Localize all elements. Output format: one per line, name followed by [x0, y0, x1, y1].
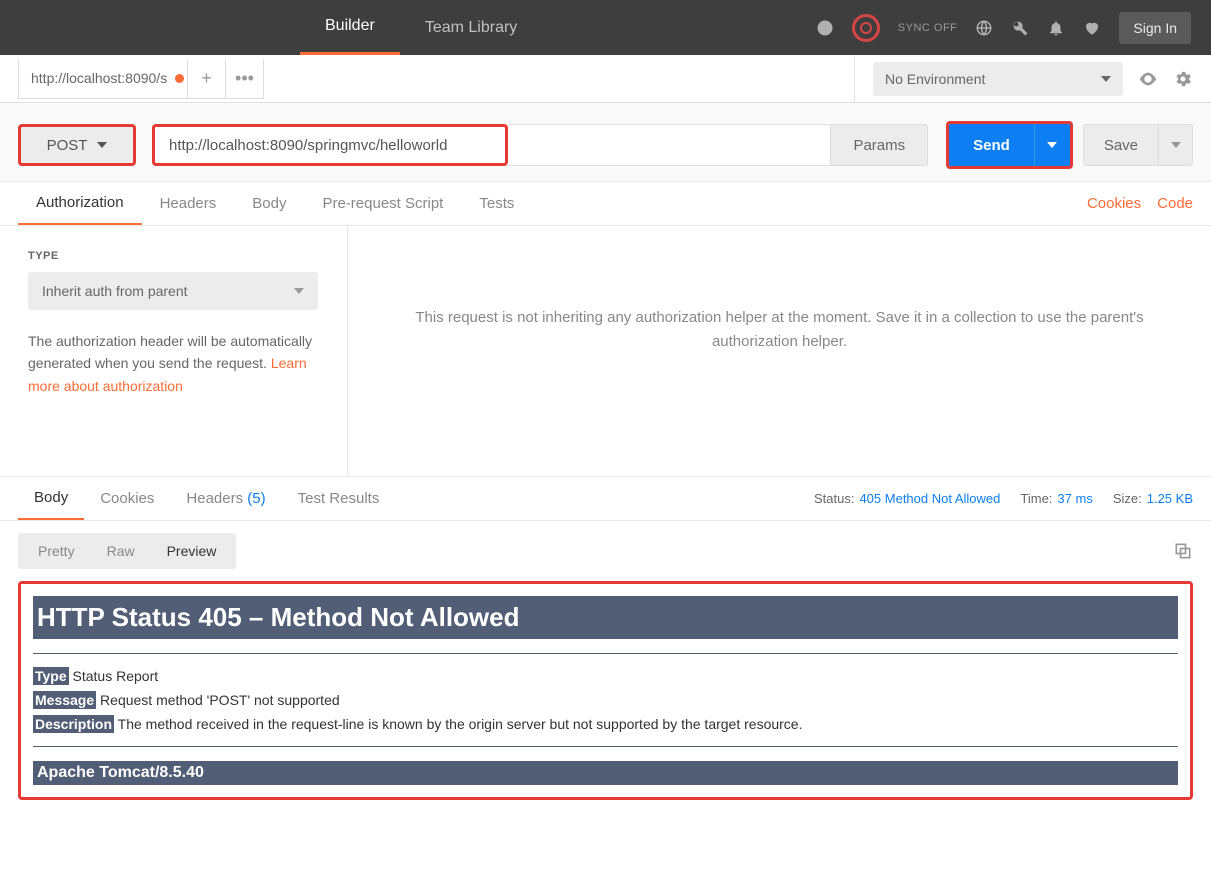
params-button[interactable]: Params	[831, 124, 928, 166]
app-header: Builder Team Library SYNC OFF Sign In	[0, 0, 1211, 55]
view-tab-preview[interactable]: Preview	[151, 537, 233, 565]
request-bar: POST Params Send Save	[0, 103, 1211, 182]
time-value: 37 ms	[1057, 491, 1092, 506]
auth-section: TYPE Inherit auth from parent The author…	[0, 226, 1211, 476]
globe-icon[interactable]	[975, 19, 993, 37]
tab-pre-request[interactable]: Pre-request Script	[304, 183, 461, 224]
resp-tab-body[interactable]: Body	[18, 477, 84, 520]
send-dropdown-button[interactable]	[1034, 124, 1070, 166]
http-method-select[interactable]: POST	[18, 124, 136, 166]
header-tabs: Builder Team Library	[300, 0, 542, 55]
request-tab[interactable]: http://localhost:8090/s	[18, 59, 188, 99]
request-tab-label: http://localhost:8090/s	[31, 70, 167, 86]
tab-team-library[interactable]: Team Library	[400, 0, 542, 55]
tab-tests[interactable]: Tests	[461, 183, 532, 224]
new-tab-button[interactable]: +	[188, 59, 226, 99]
auth-type-select[interactable]: Inherit auth from parent	[28, 272, 318, 310]
response-preview: HTTP Status 405 – Method Not Allowed Typ…	[18, 581, 1193, 800]
satellite-icon[interactable]	[816, 19, 834, 37]
code-link[interactable]: Code	[1157, 195, 1193, 212]
cookies-link[interactable]: Cookies	[1087, 195, 1141, 212]
tab-body[interactable]: Body	[234, 183, 304, 224]
request-tabs: Authorization Headers Body Pre-request S…	[0, 182, 1211, 226]
gear-icon[interactable]	[1173, 69, 1193, 89]
error-message-line: Message Request method 'POST' not suppor…	[33, 692, 1178, 708]
view-tab-raw[interactable]: Raw	[91, 537, 151, 565]
chevron-down-icon	[1047, 142, 1057, 148]
chevron-down-icon	[294, 288, 304, 294]
sub-bar: http://localhost:8090/s + ••• No Environ…	[0, 55, 1211, 103]
heart-icon[interactable]	[1083, 19, 1101, 37]
sync-icon[interactable]	[852, 14, 880, 42]
chevron-down-icon	[97, 142, 107, 148]
auth-type-label: TYPE	[28, 250, 319, 262]
view-mode-tabs: Pretty Raw Preview	[0, 521, 1211, 581]
http-method-label: POST	[47, 137, 88, 154]
tab-authorization[interactable]: Authorization	[18, 182, 142, 225]
tab-headers[interactable]: Headers	[142, 183, 235, 224]
copy-icon[interactable]	[1173, 541, 1193, 561]
resp-tab-cookies[interactable]: Cookies	[84, 478, 170, 519]
status-label: Status:405 Method Not Allowed	[814, 491, 1000, 506]
environment-selected-label: No Environment	[885, 71, 985, 87]
divider	[33, 746, 1178, 747]
resp-tab-headers[interactable]: Headers (5)	[170, 478, 281, 519]
error-server-line: Apache Tomcat/8.5.40	[33, 761, 1178, 785]
signin-button[interactable]: Sign In	[1119, 12, 1191, 44]
tab-builder[interactable]: Builder	[300, 0, 400, 55]
bell-icon[interactable]	[1047, 19, 1065, 37]
send-button[interactable]: Send	[949, 124, 1034, 166]
url-input[interactable]	[152, 124, 508, 166]
size-value: 1.25 KB	[1147, 491, 1193, 506]
sync-status-label: SYNC OFF	[898, 22, 958, 34]
auth-info-message: This request is not inheriting any autho…	[348, 226, 1211, 476]
size-label: Size:1.25 KB	[1113, 491, 1193, 506]
error-type-line: Type Status Report	[33, 668, 1178, 684]
save-button[interactable]: Save	[1083, 124, 1159, 166]
headers-count: (5)	[247, 490, 265, 507]
auth-description: The authorization header will be automat…	[28, 330, 319, 397]
view-tab-pretty[interactable]: Pretty	[22, 537, 91, 565]
tab-options-button[interactable]: •••	[226, 59, 264, 99]
error-description-line: Description The method received in the r…	[33, 716, 1178, 732]
save-dropdown-button[interactable]	[1159, 124, 1193, 166]
response-tabs: Body Cookies Headers (5) Test Results St…	[0, 476, 1211, 521]
chevron-down-icon	[1101, 76, 1111, 82]
error-heading: HTTP Status 405 – Method Not Allowed	[33, 596, 1178, 639]
time-label: Time:37 ms	[1020, 491, 1092, 506]
unsaved-indicator-icon	[175, 74, 184, 83]
auth-type-value: Inherit auth from parent	[42, 283, 188, 299]
wrench-icon[interactable]	[1011, 19, 1029, 37]
eye-icon[interactable]	[1137, 68, 1159, 90]
chevron-down-icon	[1171, 142, 1181, 148]
divider	[33, 653, 1178, 654]
environment-select[interactable]: No Environment	[873, 62, 1123, 96]
status-value: 405 Method Not Allowed	[859, 491, 1000, 506]
resp-tab-test-results[interactable]: Test Results	[282, 478, 396, 519]
